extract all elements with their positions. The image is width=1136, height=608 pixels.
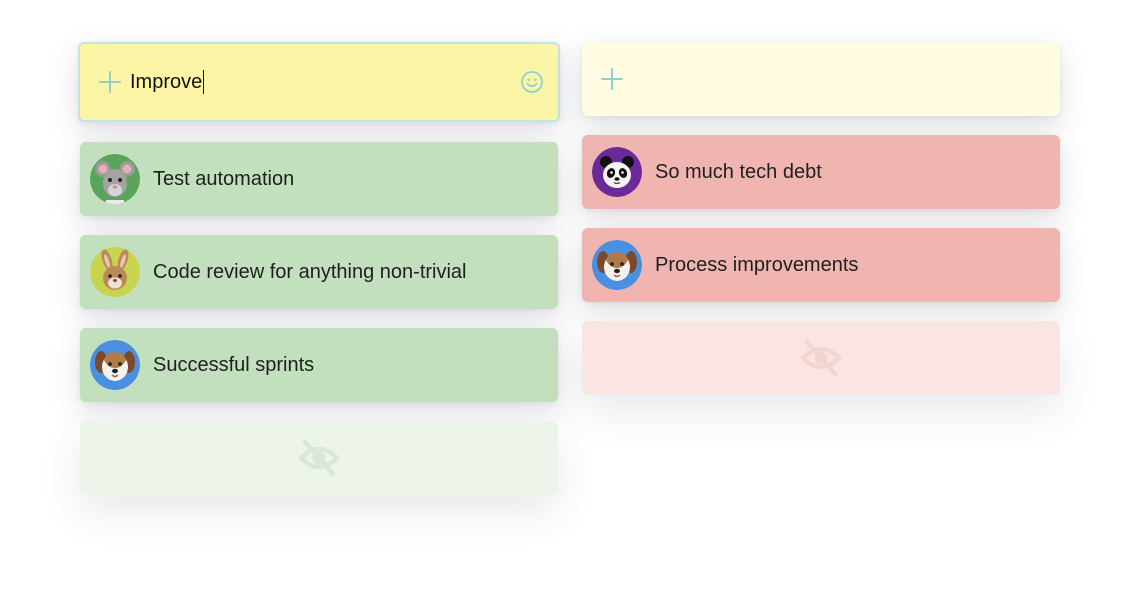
hidden-notes-card[interactable] [582, 321, 1060, 395]
plus-icon[interactable] [600, 67, 624, 91]
column-positive: Improve Test automation Code review for … [78, 42, 560, 495]
note-card[interactable]: So much tech debt [582, 135, 1060, 209]
note-card[interactable]: Test automation [80, 142, 558, 216]
note-text: Process improvements [655, 253, 859, 276]
text-caret [203, 70, 205, 94]
panda-avatar [592, 147, 642, 197]
dog-avatar [592, 240, 642, 290]
note-card[interactable]: Successful sprints [80, 328, 558, 402]
note-entry-input-left[interactable]: Improve [130, 71, 202, 94]
hidden-notes-card[interactable] [80, 421, 558, 495]
smile-icon[interactable] [520, 70, 544, 94]
note-entry-left[interactable]: Improve [78, 42, 560, 122]
plus-icon[interactable] [98, 70, 122, 94]
note-text: Code review for anything non-trivial [153, 260, 467, 283]
note-card[interactable]: Process improvements [582, 228, 1060, 302]
mouse-avatar [90, 154, 140, 204]
note-text: Successful sprints [153, 353, 315, 376]
note-text: So much tech debt [655, 160, 822, 183]
dog-avatar [90, 340, 140, 390]
rabbit-avatar [90, 247, 140, 297]
note-entry-right[interactable] [582, 42, 1060, 116]
column-negative: So much tech debt Process improvements [582, 42, 1060, 395]
eye-off-icon[interactable] [295, 434, 343, 482]
note-text: Test automation [153, 167, 295, 190]
eye-off-icon[interactable] [797, 334, 845, 382]
note-card[interactable]: Code review for anything non-trivial [80, 235, 558, 309]
